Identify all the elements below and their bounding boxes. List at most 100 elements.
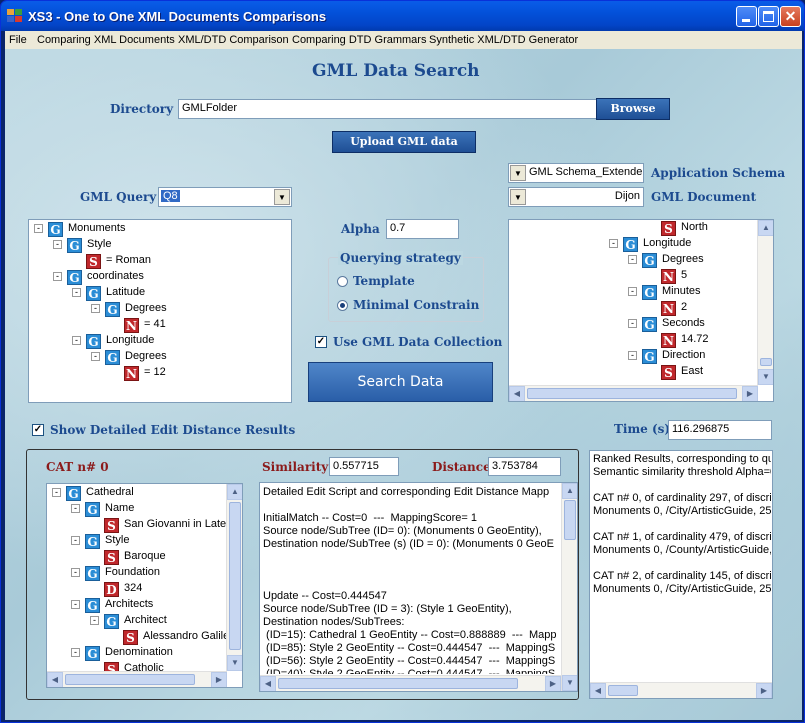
collapse-icon[interactable]: -: [71, 648, 80, 657]
tree-node-label: Degrees: [662, 253, 704, 265]
collapse-icon[interactable]: -: [628, 319, 637, 328]
scroll-right-icon[interactable]: ▶: [756, 683, 772, 698]
collapse-icon[interactable]: -: [72, 336, 81, 345]
tree-node-label: Longitude: [106, 334, 155, 346]
collapse-icon[interactable]: -: [91, 304, 100, 313]
document-tree-vscroll[interactable]: ▲ ▼: [757, 220, 773, 385]
result-tree-hscroll[interactable]: ◀ ▶: [47, 671, 227, 687]
scroll-left-icon[interactable]: ◀: [260, 676, 276, 691]
collapse-icon[interactable]: -: [91, 352, 100, 361]
node-type-S-icon: S: [661, 221, 676, 236]
scroll-thumb[interactable]: [65, 674, 195, 685]
scroll-up-icon[interactable]: ▲: [562, 483, 577, 499]
node-type-G-icon: G: [86, 286, 101, 301]
minimize-button[interactable]: [736, 6, 757, 27]
scroll-down-icon[interactable]: ▼: [758, 369, 773, 385]
collapse-icon[interactable]: -: [628, 255, 637, 264]
scroll-thumb[interactable]: [760, 358, 772, 366]
scroll-up-icon[interactable]: ▲: [227, 484, 242, 500]
scroll-left-icon[interactable]: ◀: [590, 683, 606, 698]
node-type-G-icon: G: [642, 349, 657, 364]
tree-node-label: = 41: [144, 318, 166, 330]
collapse-icon[interactable]: -: [71, 536, 80, 545]
node-type-N-icon: N: [661, 269, 676, 284]
node-type-N-icon: N: [661, 301, 676, 316]
browse-button[interactable]: Browse: [596, 98, 670, 120]
collapse-icon[interactable]: -: [53, 240, 62, 249]
scroll-thumb[interactable]: [564, 500, 576, 540]
scroll-down-icon[interactable]: ▼: [227, 655, 242, 671]
edit-script-panel[interactable]: Detailed Edit Script and corresponding E…: [259, 482, 578, 692]
tree-node-label: Longitude: [643, 237, 692, 249]
use-collection-checkbox[interactable]: ✓: [315, 336, 327, 348]
menu-comparing-xml[interactable]: Comparing XML Documents: [37, 34, 175, 46]
edit-script-vscroll[interactable]: ▲ ▼: [561, 483, 577, 691]
similarity-label: Similarity: [262, 460, 329, 474]
app-schema-select[interactable]: ▼ GML Schema_Extende: [508, 163, 644, 183]
gml-document-select[interactable]: ▼ Dijon: [508, 187, 644, 207]
search-data-button[interactable]: Search Data: [308, 362, 493, 402]
use-collection-label[interactable]: Use GML Data Collection: [333, 335, 502, 349]
scroll-right-icon[interactable]: ▶: [742, 386, 758, 401]
radio-minimal-label[interactable]: Minimal Constrain: [353, 298, 479, 312]
collapse-icon[interactable]: -: [628, 287, 637, 296]
scroll-right-icon[interactable]: ▶: [545, 676, 561, 691]
scroll-left-icon[interactable]: ◀: [47, 672, 63, 687]
scroll-thumb[interactable]: [527, 388, 737, 399]
result-tree[interactable]: - G Cathedral - G Name S San Giovanni in Later -…: [46, 483, 243, 688]
collapse-icon[interactable]: -: [52, 488, 61, 497]
collapse-icon[interactable]: -: [71, 600, 80, 609]
menu-file[interactable]: File: [9, 34, 27, 46]
node-type-G-icon: G: [642, 253, 657, 268]
alpha-input[interactable]: 0.7: [386, 219, 459, 239]
scroll-thumb[interactable]: [229, 502, 241, 650]
show-detailed-label[interactable]: Show Detailed Edit Distance Results: [50, 423, 295, 437]
scroll-thumb[interactable]: [278, 678, 518, 689]
collapse-icon[interactable]: -: [53, 272, 62, 281]
time-value: 116.296875: [668, 420, 772, 440]
directory-input[interactable]: GMLFolder: [178, 99, 597, 119]
node-type-S-icon: S: [104, 518, 119, 533]
node-type-G-icon: G: [85, 598, 100, 613]
collapse-icon[interactable]: -: [71, 504, 80, 513]
document-tree[interactable]: S North - G Longitude - G Degrees N 5- G Minutes N 2-…: [508, 219, 774, 402]
node-type-G-icon: G: [67, 270, 82, 285]
tree-node-label: Alessandro Galile: [143, 630, 230, 642]
query-tree[interactable]: - G Monuments - G Style S = Roman - Gcoordinates -…: [28, 219, 292, 403]
radio-minimal[interactable]: [337, 300, 348, 311]
tree-node-label: East: [681, 365, 704, 377]
title-bar: XS3 - One to One XML Documents Compariso…: [1, 1, 804, 31]
upload-button[interactable]: Upload GML data: [332, 131, 476, 153]
scroll-right-icon[interactable]: ▶: [211, 672, 227, 687]
maximize-icon: [763, 11, 774, 22]
close-button[interactable]: ✕: [780, 6, 801, 27]
collapse-icon[interactable]: -: [90, 616, 99, 625]
scroll-thumb[interactable]: [608, 685, 638, 696]
page-title: GML Data Search: [312, 61, 480, 81]
show-detailed-checkbox[interactable]: ✓: [32, 424, 44, 436]
tree-node-label: Monuments: [68, 222, 126, 234]
menu-xml-dtd[interactable]: XML/DTD Comparison: [178, 34, 289, 46]
collapse-icon[interactable]: -: [628, 351, 637, 360]
collapse-icon[interactable]: -: [71, 568, 80, 577]
edit-script-hscroll[interactable]: ◀ ▶: [260, 675, 561, 691]
document-tree-hscroll[interactable]: ◀ ▶: [509, 385, 758, 401]
radio-template-label[interactable]: Template: [353, 274, 415, 288]
menu-comparing-dtd[interactable]: Comparing DTD Grammars: [292, 34, 426, 46]
collapse-icon[interactable]: -: [609, 239, 618, 248]
gml-query-select[interactable]: Q8 ▼: [158, 187, 292, 207]
scroll-up-icon[interactable]: ▲: [758, 220, 773, 236]
scroll-down-icon[interactable]: ▼: [562, 675, 577, 691]
collapse-icon[interactable]: -: [34, 224, 43, 233]
menu-synthetic[interactable]: Synthetic XML/DTD Generator: [429, 34, 578, 46]
radio-template[interactable]: [337, 276, 348, 287]
maximize-button[interactable]: [758, 6, 779, 27]
result-tree-vscroll[interactable]: ▲ ▼: [226, 484, 242, 671]
ranked-hscroll[interactable]: ◀ ▶: [590, 682, 772, 698]
collapse-icon[interactable]: -: [72, 288, 81, 297]
scroll-left-icon[interactable]: ◀: [509, 386, 525, 401]
tree-node-label: Minutes: [662, 285, 701, 297]
app-schema-label: Application Schema: [651, 166, 786, 180]
tree-node-label: Baroque: [124, 550, 166, 562]
ranked-results-panel[interactable]: Ranked Results, corresponding to que Sem…: [589, 450, 773, 699]
